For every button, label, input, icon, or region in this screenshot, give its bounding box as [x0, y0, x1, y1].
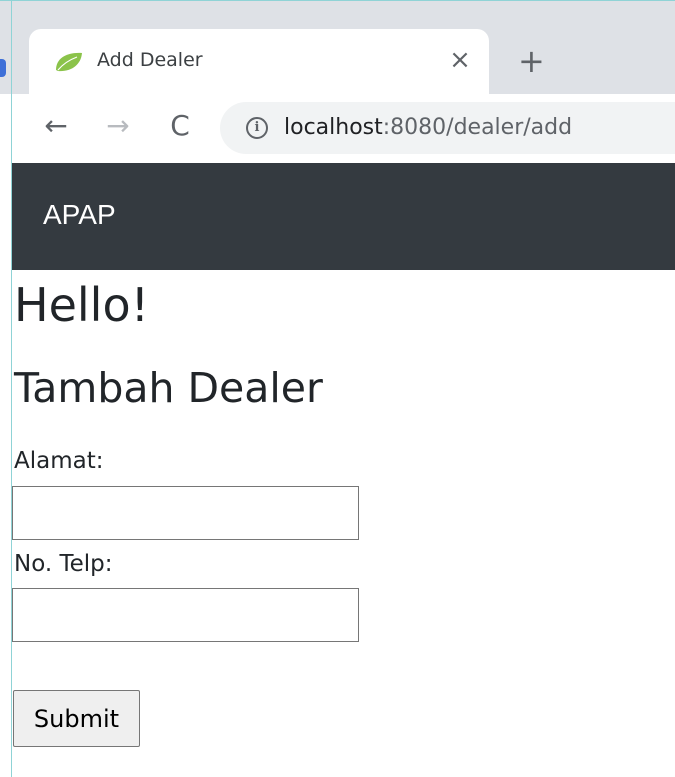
telp-label: No. Telp:	[14, 551, 113, 577]
browser-tabstrip: Add Dealer × +	[0, 1, 675, 95]
navbar-brand[interactable]: APAP	[43, 199, 116, 231]
reload-icon[interactable]: C	[162, 108, 198, 144]
spring-leaf-icon	[53, 50, 85, 74]
new-tab-icon[interactable]: +	[518, 41, 545, 81]
telp-input[interactable]	[12, 588, 359, 642]
previous-window-edge	[0, 59, 6, 77]
url-host: localhost	[284, 115, 383, 140]
back-arrow-icon[interactable]: ←	[38, 108, 74, 144]
address-url[interactable]: localhost:8080/dealer/add	[284, 115, 572, 140]
address-bar[interactable]: i localhost:8080/dealer/add	[220, 102, 675, 154]
submit-button[interactable]: Submit	[13, 690, 140, 747]
screenshot-frame-left	[11, 0, 12, 777]
site-navbar: APAP	[12, 163, 675, 270]
browser-tab-active[interactable]: Add Dealer ×	[29, 29, 489, 95]
info-icon[interactable]: i	[246, 117, 268, 139]
forward-arrow-icon[interactable]: →	[100, 108, 136, 144]
browser-toolbar: ← → C i localhost:8080/dealer/add	[12, 94, 675, 163]
url-path: :8080/dealer/add	[382, 115, 573, 140]
close-tab-icon[interactable]: ×	[447, 43, 473, 77]
tab-title: Add Dealer	[97, 49, 203, 71]
greeting-heading: Hello!	[14, 278, 150, 332]
form-title: Tambah Dealer	[14, 364, 323, 412]
alamat-label: Alamat:	[14, 448, 104, 474]
alamat-input[interactable]	[12, 486, 359, 540]
